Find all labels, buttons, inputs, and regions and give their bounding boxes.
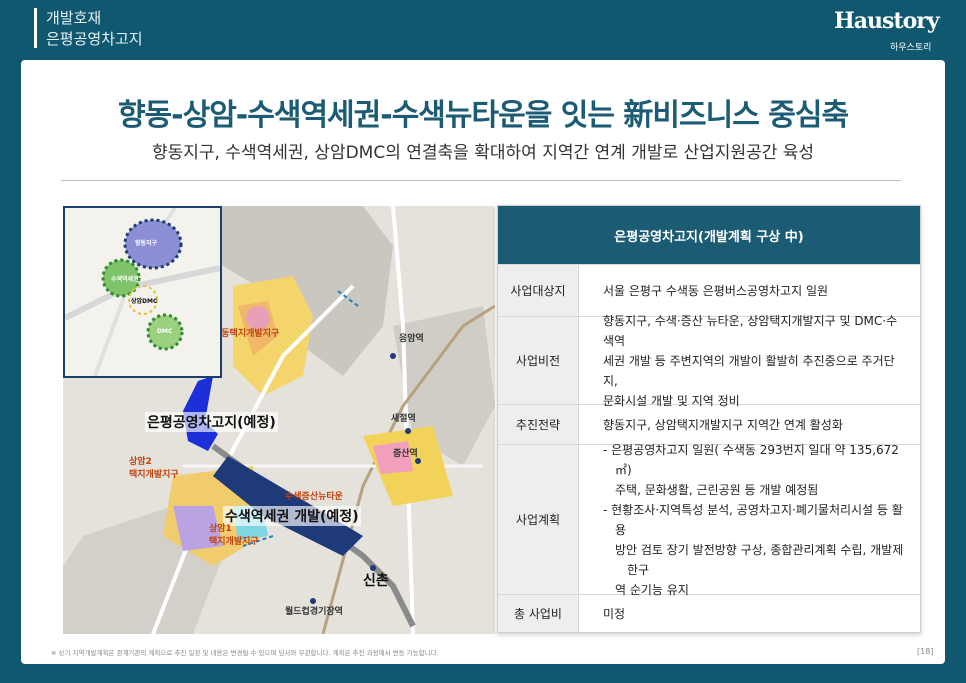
row-key: 총 사업비 bbox=[498, 595, 579, 632]
row-key: 사업대상지 bbox=[498, 265, 579, 316]
title-accent-bar bbox=[34, 8, 37, 48]
label-sangam2: 상암2 택지개발지구 bbox=[129, 457, 179, 480]
row-value: 미정 bbox=[579, 595, 920, 632]
divider bbox=[61, 180, 901, 181]
row-value-line: 향동지구, 상암택지개발지구 지역간 연계 활성화 bbox=[603, 417, 843, 432]
row-key: 사업계획 bbox=[498, 445, 579, 594]
top-bar: 개발호재 은평공영차고지 Haustory 하우스토리 bbox=[0, 0, 966, 58]
page-number: [18] bbox=[917, 647, 934, 656]
development-map: 은평공영차고지(예정) 수색역세권 개발(예정) 신촌 향동택지개발지구 상암2… bbox=[63, 206, 495, 634]
label-eungam-station: 응암역 bbox=[399, 334, 424, 344]
inset-label-d: DMC bbox=[157, 328, 173, 335]
map-inset: 향동지구 수색역세권 상암DMC DMC bbox=[63, 206, 222, 378]
project-info-table: 은평공영차고지(개발계획 구상 中) 사업대상지 서울 은평구 수색동 은평버스… bbox=[497, 205, 921, 633]
inset-label-c: 상암DMC bbox=[131, 298, 158, 305]
row-value-line: - 현황조사·지역특성 분석, 공영차고지·폐기물처리시설 등 활용 bbox=[603, 502, 903, 537]
table-row: 사업대상지 서울 은평구 수색동 은평버스공영차고지 일원 bbox=[498, 264, 920, 316]
inset-label-a: 향동지구 bbox=[135, 240, 158, 247]
row-value-line: 미정 bbox=[603, 606, 626, 621]
row-value-line: - 은평공영차고지 일원( 수색동 293번지 일대 약 135,672㎡) bbox=[603, 442, 899, 477]
brand-logo: Haustory 하우스토리 bbox=[834, 6, 944, 53]
table-row: 총 사업비 미정 bbox=[498, 594, 920, 632]
label-susaek-newtown: 수색증산뉴타운 bbox=[285, 492, 343, 502]
row-value: 향동지구, 상암택지개발지구 지역간 연계 활성화 bbox=[579, 405, 920, 444]
label-jeungsan-station: 증산역 bbox=[393, 449, 418, 459]
label-sangam1: 상암1 택지개발지구 bbox=[209, 524, 259, 547]
table-row: 사업비전 향동지구, 수색·증산 뉴타운, 상암택지개발지구 및 DMC·수색역… bbox=[498, 314, 920, 408]
logo-subtitle: 하우스토리 bbox=[890, 43, 932, 53]
label-hyangdong: 향동택지개발지구 bbox=[213, 329, 280, 339]
inset-label-b: 수색역세권 bbox=[111, 276, 139, 283]
row-value: 향동지구, 수색·증산 뉴타운, 상암택지개발지구 및 DMC·수색역 세권 개… bbox=[579, 314, 920, 408]
table-row: 사업계획 - 은평공영차고지 일원( 수색동 293번지 일대 약 135,67… bbox=[498, 443, 920, 597]
row-key: 추진전략 bbox=[498, 405, 579, 444]
footnote: ※ 상기 지역개발계획은 관계기관의 계획으로 추진 일정 및 내용은 변경될 … bbox=[51, 649, 439, 657]
row-value-line: 세권 개발 등 주변지역의 개발이 활발히 추진중으로 주거단지, bbox=[603, 353, 895, 388]
label-garage: 은평공영차고지(예정) bbox=[145, 412, 278, 432]
row-value: 서울 은평구 수색동 은평버스공영차고지 일원 bbox=[579, 265, 920, 316]
label-worldcup-station: 월드컵경기장역 bbox=[285, 607, 343, 617]
row-key: 사업비전 bbox=[498, 317, 579, 404]
row-value-line: 서울 은평구 수색동 은평버스공영차고지 일원 bbox=[603, 283, 829, 298]
table-title: 은평공영차고지(개발계획 구상 中) bbox=[498, 206, 920, 264]
row-value-line: 주택, 문화생활, 근린공원 등 개발 예정됨 bbox=[615, 482, 819, 497]
page-headline: 향동-상암-수색역세권-수색뉴타운을 잇는 新비즈니스 중심축 bbox=[117, 98, 849, 133]
row-value: - 은평공영차고지 일원( 수색동 293번지 일대 약 135,672㎡) 주… bbox=[579, 443, 920, 597]
row-value-line: 방안 검토 장기 발전방향 구상, 종합관리계획 수립, 개발제한구 bbox=[615, 542, 904, 577]
label-saejeol-station: 새절역 bbox=[391, 414, 416, 424]
content-panel: 향동-상암-수색역세권-수색뉴타운을 잇는 新비즈니스 중심축 향동지구, 수색… bbox=[21, 60, 945, 664]
label-sinchon: 신촌 bbox=[363, 573, 389, 589]
section-subject: 은평공영차고지 bbox=[46, 30, 143, 48]
page-subheadline: 향동지구, 수색역세권, 상암DMC의 연결축을 확대하여 지역간 연계 개발로… bbox=[151, 143, 815, 163]
table-row: 추진전략 향동지구, 상암택지개발지구 지역간 연계 활성화 bbox=[498, 404, 920, 444]
logo-mark: Haustory bbox=[834, 8, 940, 34]
section-category: 개발호재 bbox=[46, 9, 102, 27]
row-value-line: 향동지구, 수색·증산 뉴타운, 상암택지개발지구 및 DMC·수색역 bbox=[603, 313, 898, 348]
inset-graphic bbox=[65, 208, 220, 376]
